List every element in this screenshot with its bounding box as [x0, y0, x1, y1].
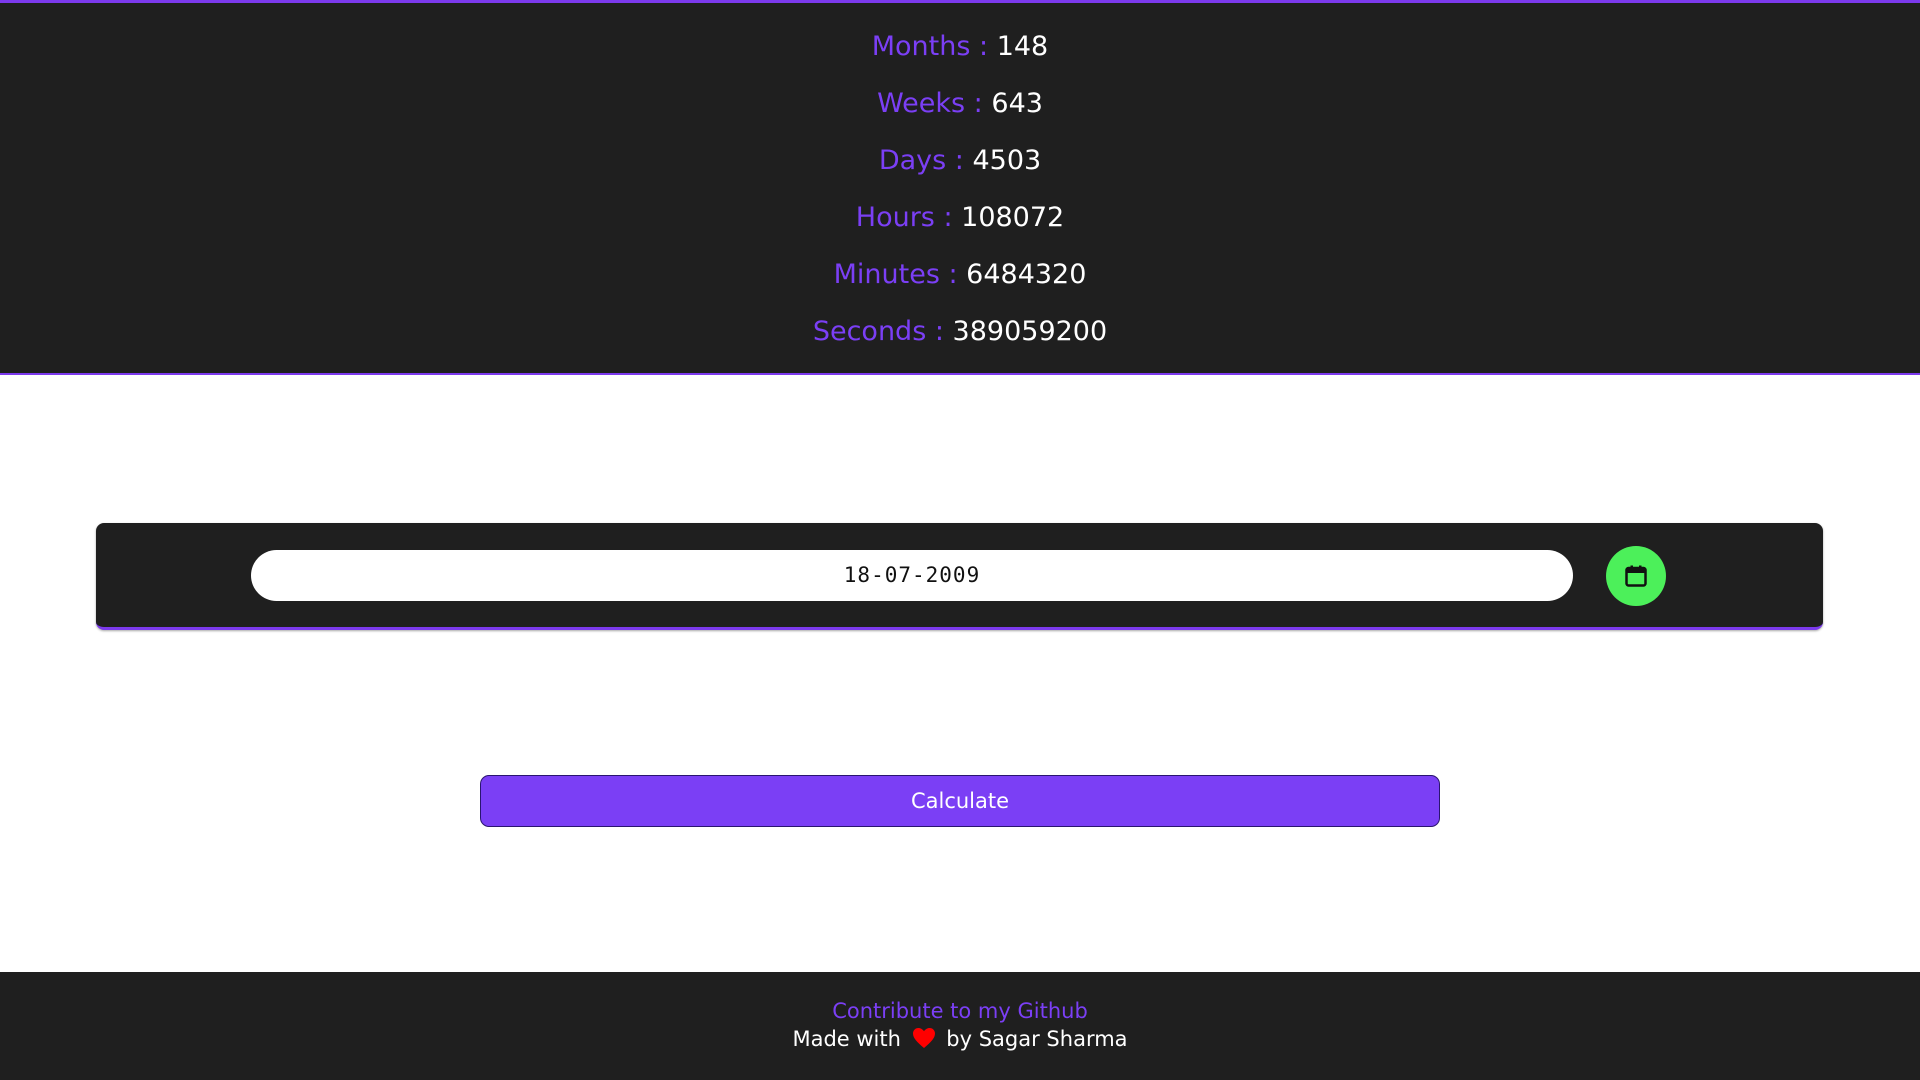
made-with-text: Made with	[792, 1027, 901, 1051]
seconds-row: Seconds : 389059200	[0, 314, 1920, 350]
seconds-value: 389059200	[952, 316, 1108, 347]
author-text: by Sagar Sharma	[946, 1027, 1128, 1051]
minutes-value: 6484320	[966, 259, 1087, 290]
minutes-label: Minutes :	[833, 259, 958, 290]
weeks-row: Weeks : 643	[0, 86, 1920, 122]
days-label: Days :	[878, 145, 964, 176]
months-value: 148	[996, 31, 1049, 62]
minutes-row: Minutes : 6484320	[0, 257, 1920, 293]
calendar-button[interactable]	[1606, 546, 1666, 606]
hours-label: Hours :	[855, 202, 953, 233]
date-input-panel: 18-07-2009	[96, 523, 1823, 630]
weeks-label: Weeks :	[877, 88, 983, 119]
weeks-value: 643	[991, 88, 1043, 119]
calendar-icon	[1625, 565, 1647, 587]
calculate-button[interactable]: Calculate	[480, 775, 1440, 827]
hours-row: Hours : 108072	[0, 200, 1920, 236]
github-link[interactable]: Contribute to my Github	[0, 997, 1920, 1025]
made-with-line: Made with by Sagar Sharma	[0, 1024, 1920, 1054]
days-row: Days : 4503	[0, 143, 1920, 179]
hours-value: 108072	[961, 202, 1065, 233]
results-panel: Months : 148 Weeks : 643 Days : 4503 Hou…	[0, 0, 1920, 375]
heart-icon	[912, 1028, 935, 1048]
seconds-label: Seconds :	[812, 316, 944, 347]
months-row: Months : 148	[0, 29, 1920, 65]
days-value: 4503	[972, 145, 1042, 176]
footer: Contribute to my Github Made with by Sag…	[0, 972, 1920, 1080]
months-label: Months :	[871, 31, 989, 62]
date-input[interactable]: 18-07-2009	[251, 550, 1573, 601]
